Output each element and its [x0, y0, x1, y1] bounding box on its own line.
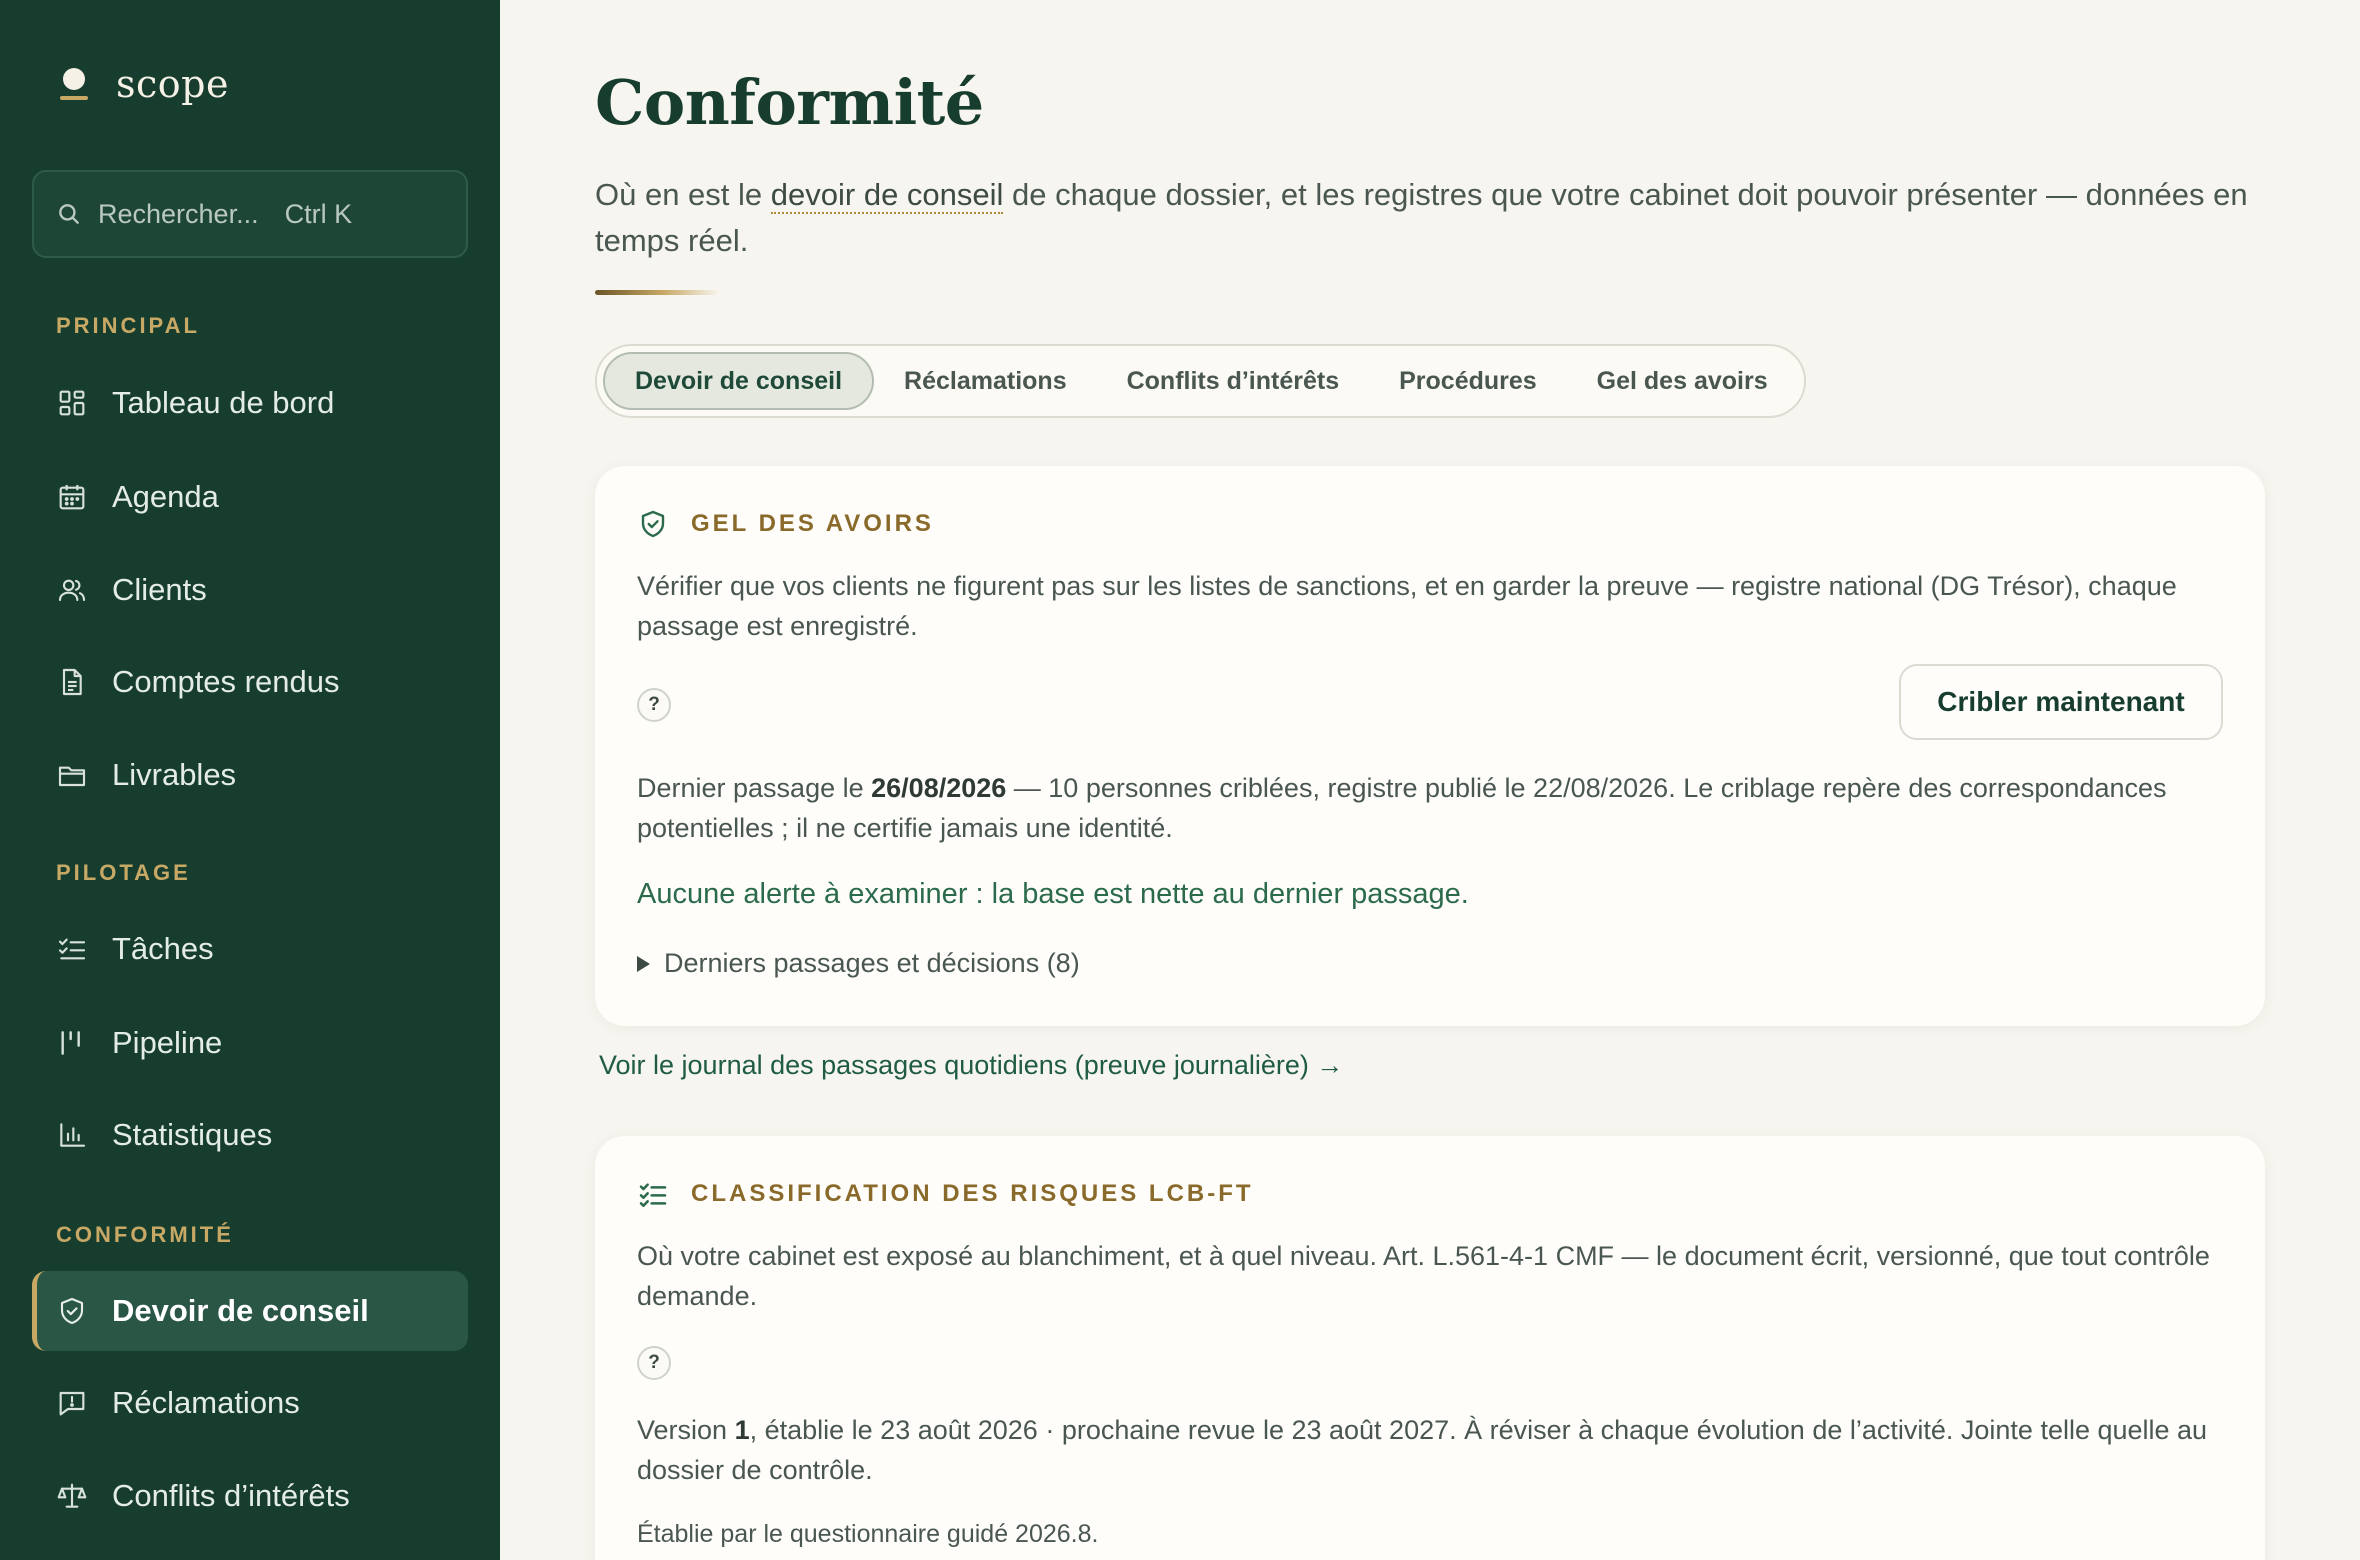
- checklist-icon: [639, 1183, 667, 1207]
- sidebar-item-statistiques[interactable]: Statistiques: [32, 1095, 468, 1175]
- pipeline-icon: [61, 1031, 80, 1055]
- cribler-button[interactable]: Cribler maintenant: [1899, 664, 2223, 740]
- tab-conflits-d-interets[interactable]: Conflits d’intérêts: [1097, 352, 1370, 410]
- main-content: Conformité Où en est le devoir de consei…: [500, 0, 2360, 1560]
- risk-classification-card: CLASSIFICATION DES RISQUES LCB-FT Où vot…: [595, 1136, 2265, 1560]
- sidebar-item-livrables[interactable]: Livrables: [32, 735, 468, 815]
- message-alert-icon: [59, 1391, 85, 1416]
- card-description: Vérifier que vos clients ne figurent pas…: [637, 571, 2177, 641]
- sidebar-item-tableau-de-bord[interactable]: Tableau de bord: [32, 363, 468, 443]
- section-label-principal: PRINCIPAL: [56, 313, 200, 338]
- logo-icon: [56, 64, 90, 104]
- users-icon: [58, 579, 86, 602]
- search-shortcut: Ctrl K: [284, 198, 353, 229]
- dashboard-icon: [59, 390, 85, 416]
- bar-chart-icon: [60, 1123, 86, 1147]
- gel-des-avoirs-card: GEL DES AVOIRS Vérifier que vos clients …: [595, 466, 2265, 1026]
- status-message: Aucune alerte à examiner : la base est n…: [637, 878, 1469, 910]
- sidebar-item-label: Livrables: [112, 757, 237, 792]
- sidebar-item-label: Statistiques: [112, 1117, 273, 1152]
- sidebar-item-label: Pipeline: [112, 1025, 223, 1060]
- sidebar-item-devoir-de-conseil[interactable]: Devoir de conseil: [32, 1271, 468, 1351]
- card-header: CLASSIFICATION DES RISQUES LCB-FT: [637, 1178, 1254, 1210]
- sidebar-item-agenda[interactable]: Agenda: [32, 457, 468, 537]
- tab-devoir-de-conseil[interactable]: Devoir de conseil: [603, 352, 875, 410]
- page-title: Conformité: [595, 66, 984, 139]
- sidebar-item-label: Comptes rendus: [112, 664, 340, 699]
- folder-icon: [58, 766, 86, 787]
- shield-check-icon: [60, 1297, 84, 1325]
- established-by-text: Établie par le questionnaire guidé 2026.…: [637, 1520, 1099, 1548]
- version-prefix: Version: [637, 1415, 735, 1445]
- shield-check-icon: [641, 510, 665, 538]
- sidebar-item-reclamations[interactable]: Réclamations: [32, 1363, 468, 1443]
- section-label-pilotage: PILOTAGE: [56, 860, 191, 885]
- last-run-text: Dernier passage le 26/08/2026 — 10 perso…: [637, 768, 2227, 848]
- help-button[interactable]: ?: [637, 1346, 671, 1380]
- version-text: Version 1, établie le 23 août 2026 · pro…: [637, 1410, 2227, 1490]
- journal-link[interactable]: Voir le journal des passages quotidiens …: [599, 1050, 1343, 1081]
- sidebar-item-taches[interactable]: Tâches: [32, 909, 468, 989]
- tab-reclamations[interactable]: Réclamations: [874, 352, 1097, 410]
- tab-procedures[interactable]: Procédures: [1369, 352, 1567, 410]
- tab-gel-des-avoirs[interactable]: Gel des avoirs: [1567, 352, 1798, 410]
- sidebar-item-comptes-rendus[interactable]: Comptes rendus: [32, 642, 468, 722]
- card-title: GEL DES AVOIRS: [691, 510, 934, 537]
- last-run-prefix: Dernier passage le: [637, 773, 872, 803]
- search-placeholder: Rechercher...: [98, 198, 259, 229]
- last-run-date: 26/08/2026: [871, 773, 1007, 803]
- brand-logo[interactable]: scope: [56, 62, 229, 106]
- description-text: Où en est le: [595, 177, 771, 212]
- tab-bar: Devoir de conseil Réclamations Conflits …: [595, 344, 1806, 418]
- runs-disclosure[interactable]: Derniers passages et décisions (8): [637, 948, 1080, 979]
- sidebar-item-label: Agenda: [112, 479, 219, 514]
- search-input[interactable]: Rechercher... Ctrl K: [32, 170, 468, 258]
- sidebar-item-label: Clients: [112, 572, 207, 607]
- sidebar-item-pipeline[interactable]: Pipeline: [32, 1003, 468, 1083]
- sidebar-item-conflits-d-interets[interactable]: Conflits d’intérêts: [32, 1456, 468, 1536]
- title-divider: [595, 290, 719, 295]
- sidebar-item-label: Devoir de conseil: [112, 1293, 369, 1328]
- search-icon: [59, 204, 79, 224]
- sidebar-item-label: Réclamations: [112, 1385, 300, 1420]
- sidebar-item-label: Conflits d’intérêts: [112, 1478, 350, 1513]
- app-name: scope: [116, 62, 229, 106]
- checklist-icon: [58, 938, 86, 960]
- page-description: Où en est le devoir de conseil de chaque…: [595, 172, 2295, 264]
- version-suffix: , établie le 23 août 2026 · prochaine re…: [637, 1415, 2208, 1485]
- sidebar-item-clients[interactable]: Clients: [32, 550, 468, 630]
- section-label-conformite: CONFORMITÉ: [56, 1222, 234, 1247]
- help-button[interactable]: ?: [637, 688, 671, 722]
- version-number: 1: [734, 1415, 750, 1445]
- card-header: GEL DES AVOIRS: [637, 508, 934, 540]
- document-icon: [62, 668, 82, 696]
- disclosure-label: Derniers passages et décisions (8): [664, 948, 1080, 978]
- caret-right-icon: [637, 955, 650, 972]
- calendar-icon: [59, 485, 85, 510]
- card-description: Où votre cabinet est exposé au blanchime…: [637, 1241, 2210, 1311]
- sidebar-item-label: Tâches: [112, 931, 214, 966]
- scale-icon: [57, 1483, 87, 1508]
- sidebar-item-label: Tableau de bord: [112, 385, 335, 420]
- glossary-term-devoir-de-conseil[interactable]: devoir de conseil: [770, 177, 1004, 214]
- card-title: CLASSIFICATION DES RISQUES LCB-FT: [691, 1180, 1254, 1207]
- sidebar: scope Rechercher... Ctrl K PRINCIPAL Tab…: [0, 0, 500, 1560]
